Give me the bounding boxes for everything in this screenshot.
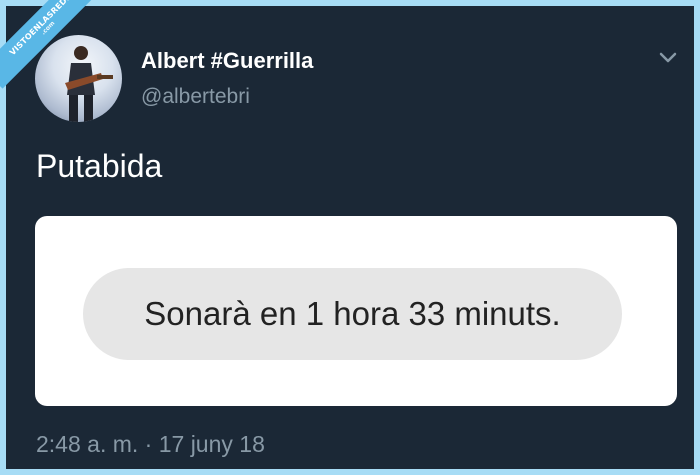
toast-text: Sonarà en 1 hora 33 minuts. [144, 295, 561, 332]
alarm-toast: Sonarà en 1 hora 33 minuts. [83, 268, 622, 360]
tweet-text: Putabida [36, 148, 163, 184]
user-handle[interactable]: @albertebri [141, 85, 250, 109]
media-card[interactable]: Sonarà en 1 hora 33 minuts. [35, 216, 677, 406]
guitarist-avatar-icon [65, 46, 113, 122]
timestamp[interactable]: 2:48 a. m. · 17 juny 18 [36, 431, 265, 458]
tweet-frame: Albert #Guerrilla @albertebri Putabida S… [0, 0, 700, 475]
display-name[interactable]: Albert #Guerrilla [141, 48, 313, 74]
chevron-down-icon[interactable] [657, 46, 679, 68]
avatar[interactable] [35, 35, 122, 122]
